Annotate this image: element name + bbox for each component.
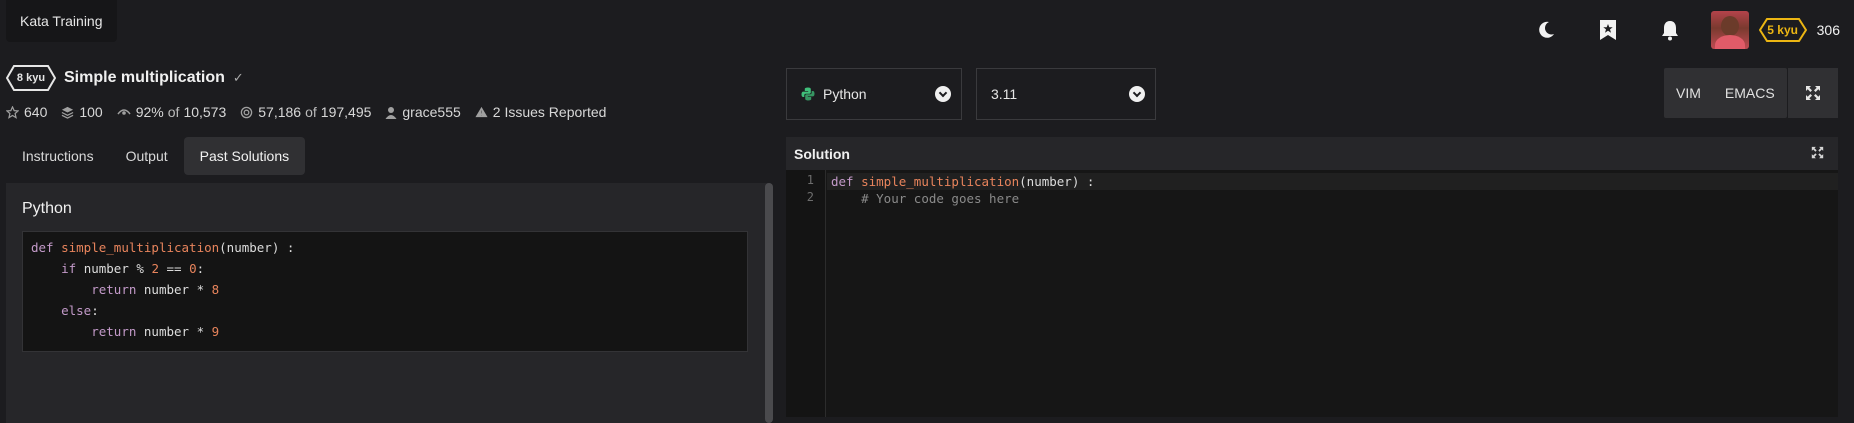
of-label: of xyxy=(305,104,317,120)
editor-side: Python 3.11 VIM EMACS Solution 1 2 def s… xyxy=(784,60,1854,417)
editor-code[interactable]: def simple_multiplication(number) : # Yo… xyxy=(831,173,1094,207)
past-solution-code: def simple_multiplication(number) : if n… xyxy=(22,231,748,352)
line-number: 2 xyxy=(806,190,814,204)
chevron-down-icon xyxy=(935,86,951,102)
kata-title-row: 8 kyu Simple multiplication ✓ xyxy=(6,63,244,93)
stars-stat[interactable]: 640 xyxy=(6,104,47,120)
eye-icon xyxy=(117,109,131,115)
check-icon: ✓ xyxy=(232,70,244,85)
collections-stat[interactable]: 100 xyxy=(61,104,103,120)
bookmark-star-icon[interactable] xyxy=(1577,8,1639,52)
tab-output[interactable]: Output xyxy=(110,137,184,175)
fullscreen-button[interactable] xyxy=(1788,68,1838,118)
collections-count: 100 xyxy=(79,104,103,120)
language-select[interactable]: Python xyxy=(786,68,962,120)
kata-info-panel: 8 kyu Simple multiplication ✓ 640 100 92… xyxy=(0,60,780,423)
star-icon xyxy=(6,105,19,119)
author-stat[interactable]: grace555 xyxy=(385,104,461,120)
vim-button[interactable]: VIM xyxy=(1664,68,1713,118)
honor-count: 306 xyxy=(1816,22,1840,38)
solution-language-title: Python xyxy=(22,200,72,217)
stars-count: 640 xyxy=(24,104,48,120)
user-icon xyxy=(385,106,397,119)
issues-stat[interactable]: 2 Issues Reported xyxy=(475,104,607,120)
satisfaction-stat: 92% of 10,573 xyxy=(117,104,227,120)
language-value: Python xyxy=(823,86,867,102)
layers-icon xyxy=(62,106,74,119)
chevron-down-icon xyxy=(1129,86,1145,102)
version-select[interactable]: 3.11 xyxy=(976,68,1156,120)
expand-icon xyxy=(1806,86,1820,100)
avatar[interactable] xyxy=(1710,11,1749,49)
kyu-label: 8 kyu xyxy=(16,72,46,84)
line-number-gutter: 1 2 xyxy=(786,170,826,417)
author-name: grace555 xyxy=(402,104,461,120)
votes-count: 10,573 xyxy=(183,104,227,120)
top-bar: Kata Training 5 kyu 306 xyxy=(0,0,1854,60)
issues-label: 2 Issues Reported xyxy=(492,104,607,120)
line-number: 1 xyxy=(806,173,814,187)
of-label: of xyxy=(167,104,180,120)
kata-training-button[interactable]: Kata Training xyxy=(6,0,117,42)
kata-tabs: Instructions Output Past Solutions xyxy=(6,137,306,175)
kata-stats: 640 100 92% of 10,573 57,186 of 197,495 … xyxy=(6,104,620,120)
expand-icon[interactable] xyxy=(1811,146,1824,159)
moon-icon[interactable] xyxy=(1515,8,1577,52)
editor-header: Solution xyxy=(786,137,1838,170)
attempted-count: 197,495 xyxy=(320,104,372,120)
bell-icon[interactable] xyxy=(1639,8,1701,52)
satisfaction-pct: 92% xyxy=(135,104,164,120)
rank-badge[interactable]: 5 kyu xyxy=(1758,18,1807,42)
solution-editor[interactable]: Solution 1 2 def simple_multiplication(n… xyxy=(786,137,1838,417)
tab-instructions[interactable]: Instructions xyxy=(6,137,110,175)
completed-count: 57,186 xyxy=(258,104,302,120)
kata-title: Simple multiplication xyxy=(64,69,225,86)
keybinding-toggle: VIM EMACS xyxy=(1664,68,1787,118)
past-solutions-panel: Python def simple_multiplication(number)… xyxy=(6,183,773,423)
version-value: 3.11 xyxy=(991,86,1018,102)
warning-icon xyxy=(475,106,488,118)
emacs-button[interactable]: EMACS xyxy=(1713,68,1787,118)
rank-label: 5 kyu xyxy=(1767,23,1798,37)
python-logo-icon xyxy=(801,87,815,101)
top-icons: 5 kyu 306 xyxy=(1515,8,1840,52)
editor-title: Solution xyxy=(794,145,850,162)
tab-past-solutions[interactable]: Past Solutions xyxy=(183,137,306,175)
kyu-badge: 8 kyu xyxy=(6,65,56,91)
completions-stat: 57,186 of 197,495 xyxy=(240,104,371,120)
target-icon xyxy=(241,106,253,118)
panel-scrollbar[interactable] xyxy=(765,183,773,423)
